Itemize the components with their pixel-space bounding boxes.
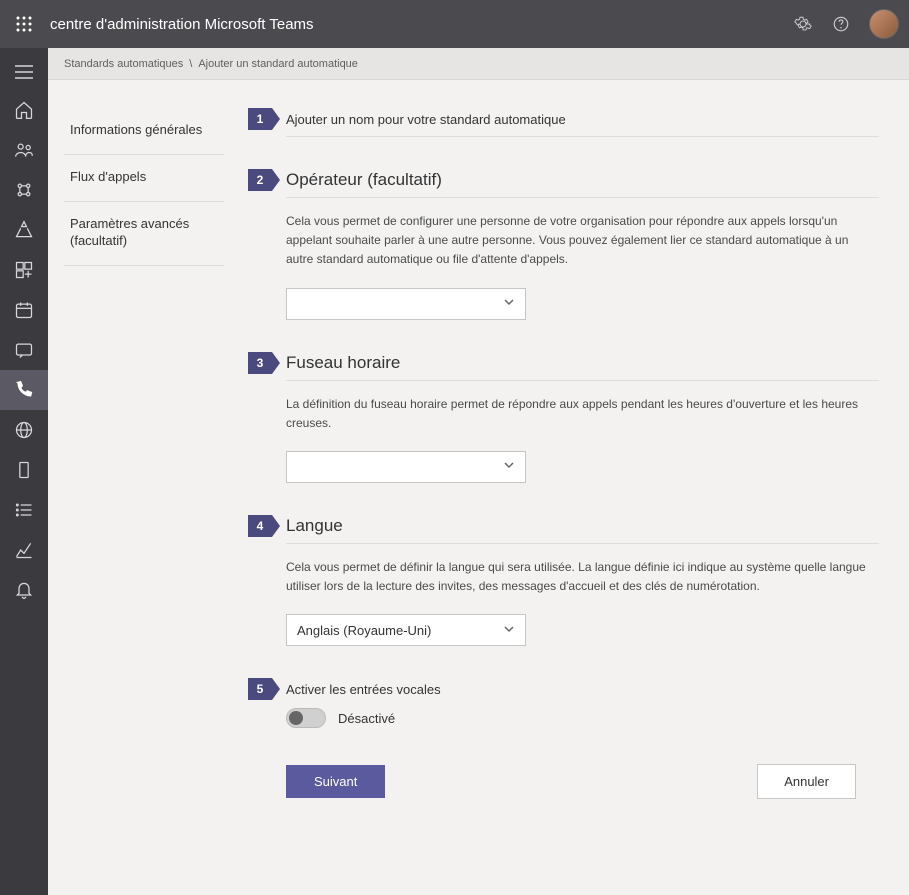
next-button[interactable]: Suivant [286,765,385,798]
step-title: Fuseau horaire [286,353,400,373]
cancel-button[interactable]: Annuler [757,764,856,799]
rail-locations-icon[interactable] [0,210,48,250]
timezone-dropdown[interactable] [286,451,526,483]
step-timezone: 3 Fuseau horaire La définition du fuseau… [248,352,879,483]
step-number-badge: 4 [248,515,272,537]
rail-devices-icon[interactable] [0,170,48,210]
step-description: Cela vous permet de configurer une perso… [286,212,879,270]
breadcrumb: Standards automatiques \ Ajouter un stan… [48,48,909,80]
app-title: centre d'administration Microsoft Teams [50,16,793,33]
top-bar: centre d'administration Microsoft Teams [0,0,909,48]
rail-messaging-icon[interactable] [0,330,48,370]
step-name: 1 Ajouter un nom pour votre standard aut… [248,108,879,137]
breadcrumb-root[interactable]: Standards automatiques [64,58,183,70]
chevron-down-icon [503,623,515,638]
step-title: Langue [286,516,343,536]
step-title: Ajouter un nom pour votre standard autom… [286,112,566,127]
rail-list-icon[interactable] [0,490,48,530]
wizard-nav: Informations générales Flux d'appels Par… [48,80,238,895]
rail-policy-icon[interactable] [0,450,48,490]
step-number-badge: 5 [248,678,272,700]
toggle-state-label: Désactivé [338,711,395,726]
language-dropdown-value: Anglais (Royaume-Uni) [297,623,431,638]
step-title: Activer les entrées vocales [286,682,441,697]
nav-divider [64,154,224,155]
user-avatar[interactable] [869,9,899,39]
step-description: Cela vous permet de définir la langue qu… [286,558,879,596]
step-number-badge: 3 [248,352,272,374]
nav-divider [64,201,224,202]
voice-inputs-toggle[interactable] [286,708,326,728]
help-icon[interactable] [831,14,851,34]
settings-icon[interactable] [793,14,813,34]
step-voice-inputs: 5 Activer les entrées vocales Désactivé [248,678,879,728]
step-operator: 2 Opérateur (facultatif) Cela vous perme… [248,169,879,320]
step-language: 4 Langue Cela vous permet de définir la … [248,515,879,646]
step-divider [286,197,879,198]
rail-locations2-icon[interactable] [0,410,48,450]
step-number-badge: 2 [248,169,272,191]
step-number-badge: 1 [248,108,272,130]
left-rail [0,48,48,895]
rail-voice-icon[interactable] [0,370,48,410]
chevron-down-icon [503,296,515,311]
form-area: 1 Ajouter un nom pour votre standard aut… [238,80,909,895]
nav-divider [64,265,224,266]
operator-dropdown[interactable] [286,288,526,320]
rail-apps-icon[interactable] [0,250,48,290]
rail-teams-icon[interactable] [0,130,48,170]
step-divider [286,380,879,381]
breadcrumb-current: Ajouter un standard automatique [198,58,358,70]
rail-notifications-icon[interactable] [0,570,48,610]
rail-analytics-icon[interactable] [0,530,48,570]
chevron-down-icon [503,459,515,474]
rail-home-icon[interactable] [0,90,48,130]
hamburger-icon[interactable] [0,54,48,90]
wizard-nav-callflow[interactable]: Flux d'appels [70,161,238,195]
step-divider [286,543,879,544]
step-divider [286,136,879,137]
step-description: La définition du fuseau horaire permet d… [286,395,879,433]
wizard-nav-advanced[interactable]: Paramètres avancés (facultatif) [70,208,238,259]
app-launcher-icon[interactable] [10,10,38,38]
wizard-nav-general[interactable]: Informations générales [70,114,238,148]
step-title: Opérateur (facultatif) [286,170,442,190]
rail-meetings-icon[interactable] [0,290,48,330]
breadcrumb-separator: \ [189,58,192,70]
language-dropdown[interactable]: Anglais (Royaume-Uni) [286,614,526,646]
footer-buttons: Suivant Annuler [286,764,856,799]
